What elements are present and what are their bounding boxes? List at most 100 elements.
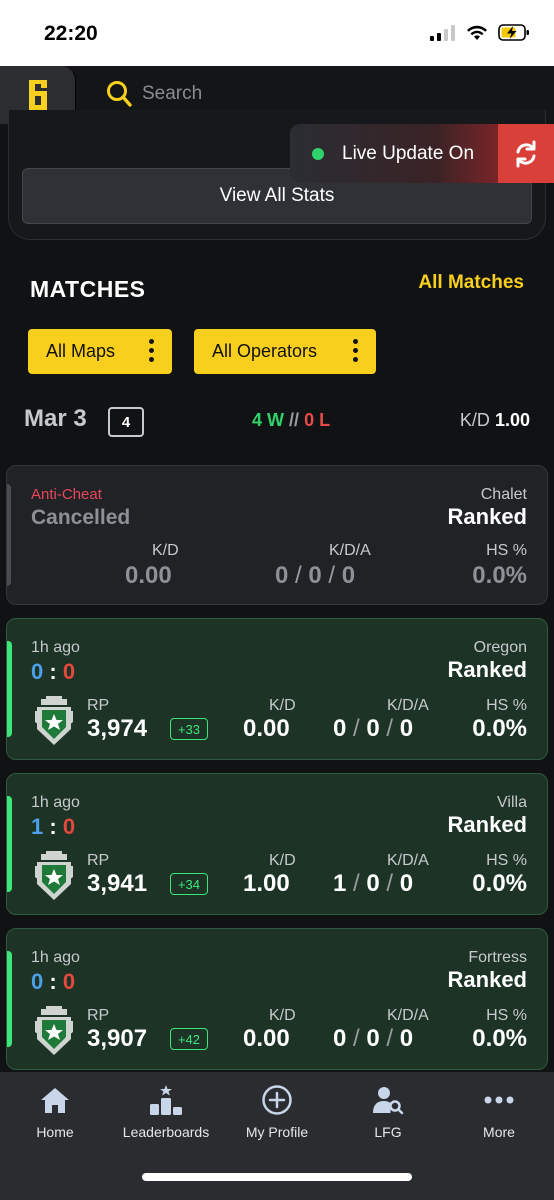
live-indicator-dot — [312, 147, 324, 160]
deaths: 0 — [366, 870, 380, 897]
map-name: Chalet — [480, 486, 527, 503]
hs-value: 0.0% — [472, 562, 527, 589]
day-kd-label: K/D — [459, 410, 490, 430]
kda-value: 0 / 0 / 0 — [333, 1025, 414, 1052]
kd-value: 0.00 — [125, 562, 172, 589]
match-card[interactable]: 1h ago 0 : 0 Fortress Ranked RP 3,907 +4… — [6, 928, 548, 1070]
matches-heading: MATCHES — [30, 276, 146, 302]
nav-more[interactable]: More — [444, 1084, 554, 1140]
kills: 0 — [333, 715, 347, 742]
rp-value: 3,974 — [87, 715, 148, 742]
nav-home[interactable]: Home — [0, 1084, 110, 1140]
kda-label: K/D/A — [387, 852, 429, 869]
match-mode: Ranked — [447, 812, 527, 837]
kills: 1 — [333, 870, 347, 897]
assists: 0 — [341, 562, 356, 589]
nav-leaderboards[interactable]: Leaderboards — [111, 1084, 221, 1140]
hs-value: 0.0% — [472, 715, 527, 742]
home-icon — [41, 1088, 69, 1113]
nav-my-profile[interactable]: My Profile — [222, 1084, 332, 1140]
hs-label: HS % — [486, 542, 527, 559]
deaths: 0 — [366, 1025, 380, 1052]
match-mode: Ranked — [447, 657, 527, 682]
wins: 4 W — [252, 410, 285, 430]
live-update-label: Live Update On — [342, 142, 475, 164]
rp-delta-badge: +33 — [170, 718, 208, 740]
day-date: Mar 3 — [24, 405, 87, 432]
kills: 0 — [275, 562, 289, 589]
match-time-ago: 1h ago — [31, 639, 80, 656]
score-team-b: 0 — [62, 969, 76, 994]
score-team-a: 1 — [31, 814, 44, 839]
match-mode: Ranked — [447, 504, 527, 529]
more-horizontal-icon — [484, 1096, 514, 1104]
nav-lfg[interactable]: LFG — [333, 1084, 443, 1140]
match-card-cancelled[interactable]: Anti-Cheat Cancelled Chalet Ranked K/D 0… — [6, 465, 548, 605]
map-name: Villa — [497, 794, 527, 811]
kda-value: 0 / 0 / 0 — [275, 562, 356, 589]
hs-value: 0.0% — [472, 870, 527, 897]
match-score: 0 : 0 — [31, 659, 76, 684]
rp-delta-badge: +34 — [170, 873, 208, 895]
match-score: 0 : 0 — [31, 969, 76, 994]
rank-emblem-icon — [35, 851, 73, 900]
match-time-ago: 1h ago — [31, 949, 80, 966]
refresh-button[interactable] — [498, 124, 554, 183]
kd-value: 1.00 — [243, 870, 290, 897]
day-summary: Mar 3 4 4 W // 0 L K/D 1.00 — [24, 405, 530, 439]
score-team-a: 0 — [31, 969, 44, 994]
day-match-count: 4 — [108, 407, 144, 437]
refresh-icon — [516, 140, 536, 167]
kda-label: K/D/A — [329, 542, 371, 559]
win-loss-summary: 4 W // 0 L — [252, 410, 330, 431]
assists: 0 — [399, 715, 414, 742]
kd-value: 0.00 — [243, 715, 290, 742]
map-name: Oregon — [473, 639, 527, 656]
more-vertical-icon — [353, 339, 358, 362]
search-input[interactable]: Search — [142, 83, 202, 105]
kda-label: K/D/A — [387, 1007, 429, 1024]
nav-lfg-label: LFG — [374, 1124, 402, 1140]
all-operators-label: All Operators — [212, 341, 318, 361]
kda-label: K/D/A — [387, 697, 429, 714]
rp-delta-badge: +42 — [170, 1028, 208, 1050]
match-score: 1 : 0 — [31, 814, 76, 839]
live-update-toast: Live Update On — [290, 124, 554, 183]
status-bar: 22:20 — [0, 0, 554, 66]
nav-my-profile-label: My Profile — [245, 1124, 309, 1140]
add-circle-icon — [262, 1085, 292, 1115]
user-search-icon — [373, 1087, 404, 1115]
all-operators-filter[interactable]: All Operators — [194, 329, 376, 374]
all-matches-link[interactable]: All Matches — [418, 272, 524, 294]
match-time-ago: 1h ago — [31, 794, 80, 811]
map-name: Fortress — [468, 949, 527, 966]
score-team-b: 0 — [62, 814, 76, 839]
all-maps-filter[interactable]: All Maps — [28, 329, 172, 374]
kd-label: K/D — [269, 852, 296, 869]
search-icon — [107, 81, 132, 107]
match-mode: Ranked — [447, 967, 527, 992]
assists: 0 — [399, 870, 414, 897]
wifi-icon — [467, 25, 487, 40]
match-card[interactable]: 1h ago 0 : 0 Oregon Ranked RP 3,974 +33 … — [6, 618, 548, 760]
rp-value: 3,941 — [87, 870, 148, 897]
nav-more-label: More — [483, 1124, 515, 1140]
deaths: 0 — [366, 715, 380, 742]
day-kd: K/D 1.00 — [460, 410, 530, 431]
kd-label: K/D — [152, 542, 179, 559]
losses: 0 L — [304, 410, 331, 430]
rp-label: RP — [87, 697, 110, 714]
kd-label: K/D — [269, 697, 296, 714]
rank-emblem-icon — [35, 1006, 73, 1055]
rp-label: RP — [87, 1007, 110, 1024]
search-bar[interactable]: Search — [106, 80, 202, 108]
wl-separator: // — [289, 410, 300, 430]
kd-value: 0.00 — [243, 1025, 290, 1052]
kd-label: K/D — [269, 1007, 296, 1024]
score-team-b: 0 — [62, 659, 76, 684]
match-card[interactable]: 1h ago 1 : 0 Villa Ranked RP 3,941 +34 K… — [6, 773, 548, 915]
r6-logo-icon — [28, 80, 47, 110]
hs-label: HS % — [486, 1007, 527, 1024]
score-team-a: 0 — [31, 659, 44, 684]
home-indicator — [142, 1173, 412, 1181]
